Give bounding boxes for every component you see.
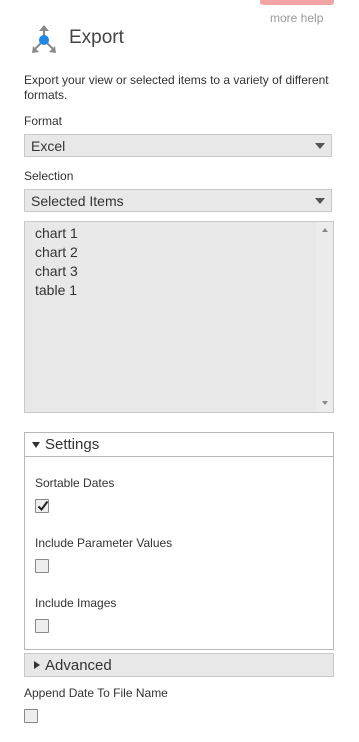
selection-label: Selection — [24, 169, 74, 183]
page-title: Export — [69, 27, 124, 48]
more-help-link[interactable]: more help — [270, 11, 323, 25]
format-value: Excel — [31, 138, 66, 154]
include-parameter-values-checkbox[interactable] — [35, 559, 49, 573]
advanced-title: Advanced — [45, 657, 112, 674]
chevron-down-icon — [315, 198, 325, 204]
include-images-checkbox[interactable] — [35, 619, 49, 633]
include-parameter-values-label: Include Parameter Values — [35, 536, 173, 550]
list-item[interactable]: chart 3 — [35, 263, 78, 279]
items-listbox[interactable]: chart 1 chart 2 chart 3 table 1 — [24, 221, 334, 413]
include-images-label: Include Images — [35, 596, 117, 610]
append-date-label: Append Date To File Name — [24, 686, 168, 700]
help-bar — [260, 0, 334, 5]
settings-title: Settings — [45, 436, 100, 453]
listbox-scrollbar[interactable] — [316, 222, 333, 412]
append-date-checkbox[interactable] — [24, 709, 38, 723]
list-item[interactable]: chart 2 — [35, 244, 78, 260]
list-item[interactable]: table 1 — [35, 282, 77, 298]
description-text: Export your view or selected items to a … — [24, 73, 329, 102]
checkmark-icon — [37, 500, 49, 512]
selection-value: Selected Items — [31, 193, 124, 209]
format-select[interactable]: Excel — [24, 134, 332, 157]
caret-right-icon — [34, 661, 40, 669]
sortable-dates-checkbox[interactable] — [35, 499, 49, 513]
chevron-down-icon — [315, 143, 325, 149]
caret-down-icon — [32, 442, 40, 448]
format-label: Format — [24, 114, 63, 128]
sortable-dates-label: Sortable Dates — [35, 476, 115, 490]
settings-header[interactable]: Settings — [25, 433, 333, 457]
scroll-up-icon[interactable] — [322, 228, 328, 232]
scroll-down-icon[interactable] — [322, 401, 328, 405]
advanced-section-header[interactable]: Advanced — [24, 653, 334, 677]
list-item[interactable]: chart 1 — [35, 225, 78, 241]
selection-select[interactable]: Selected Items — [24, 189, 332, 212]
export-icon — [30, 25, 58, 55]
